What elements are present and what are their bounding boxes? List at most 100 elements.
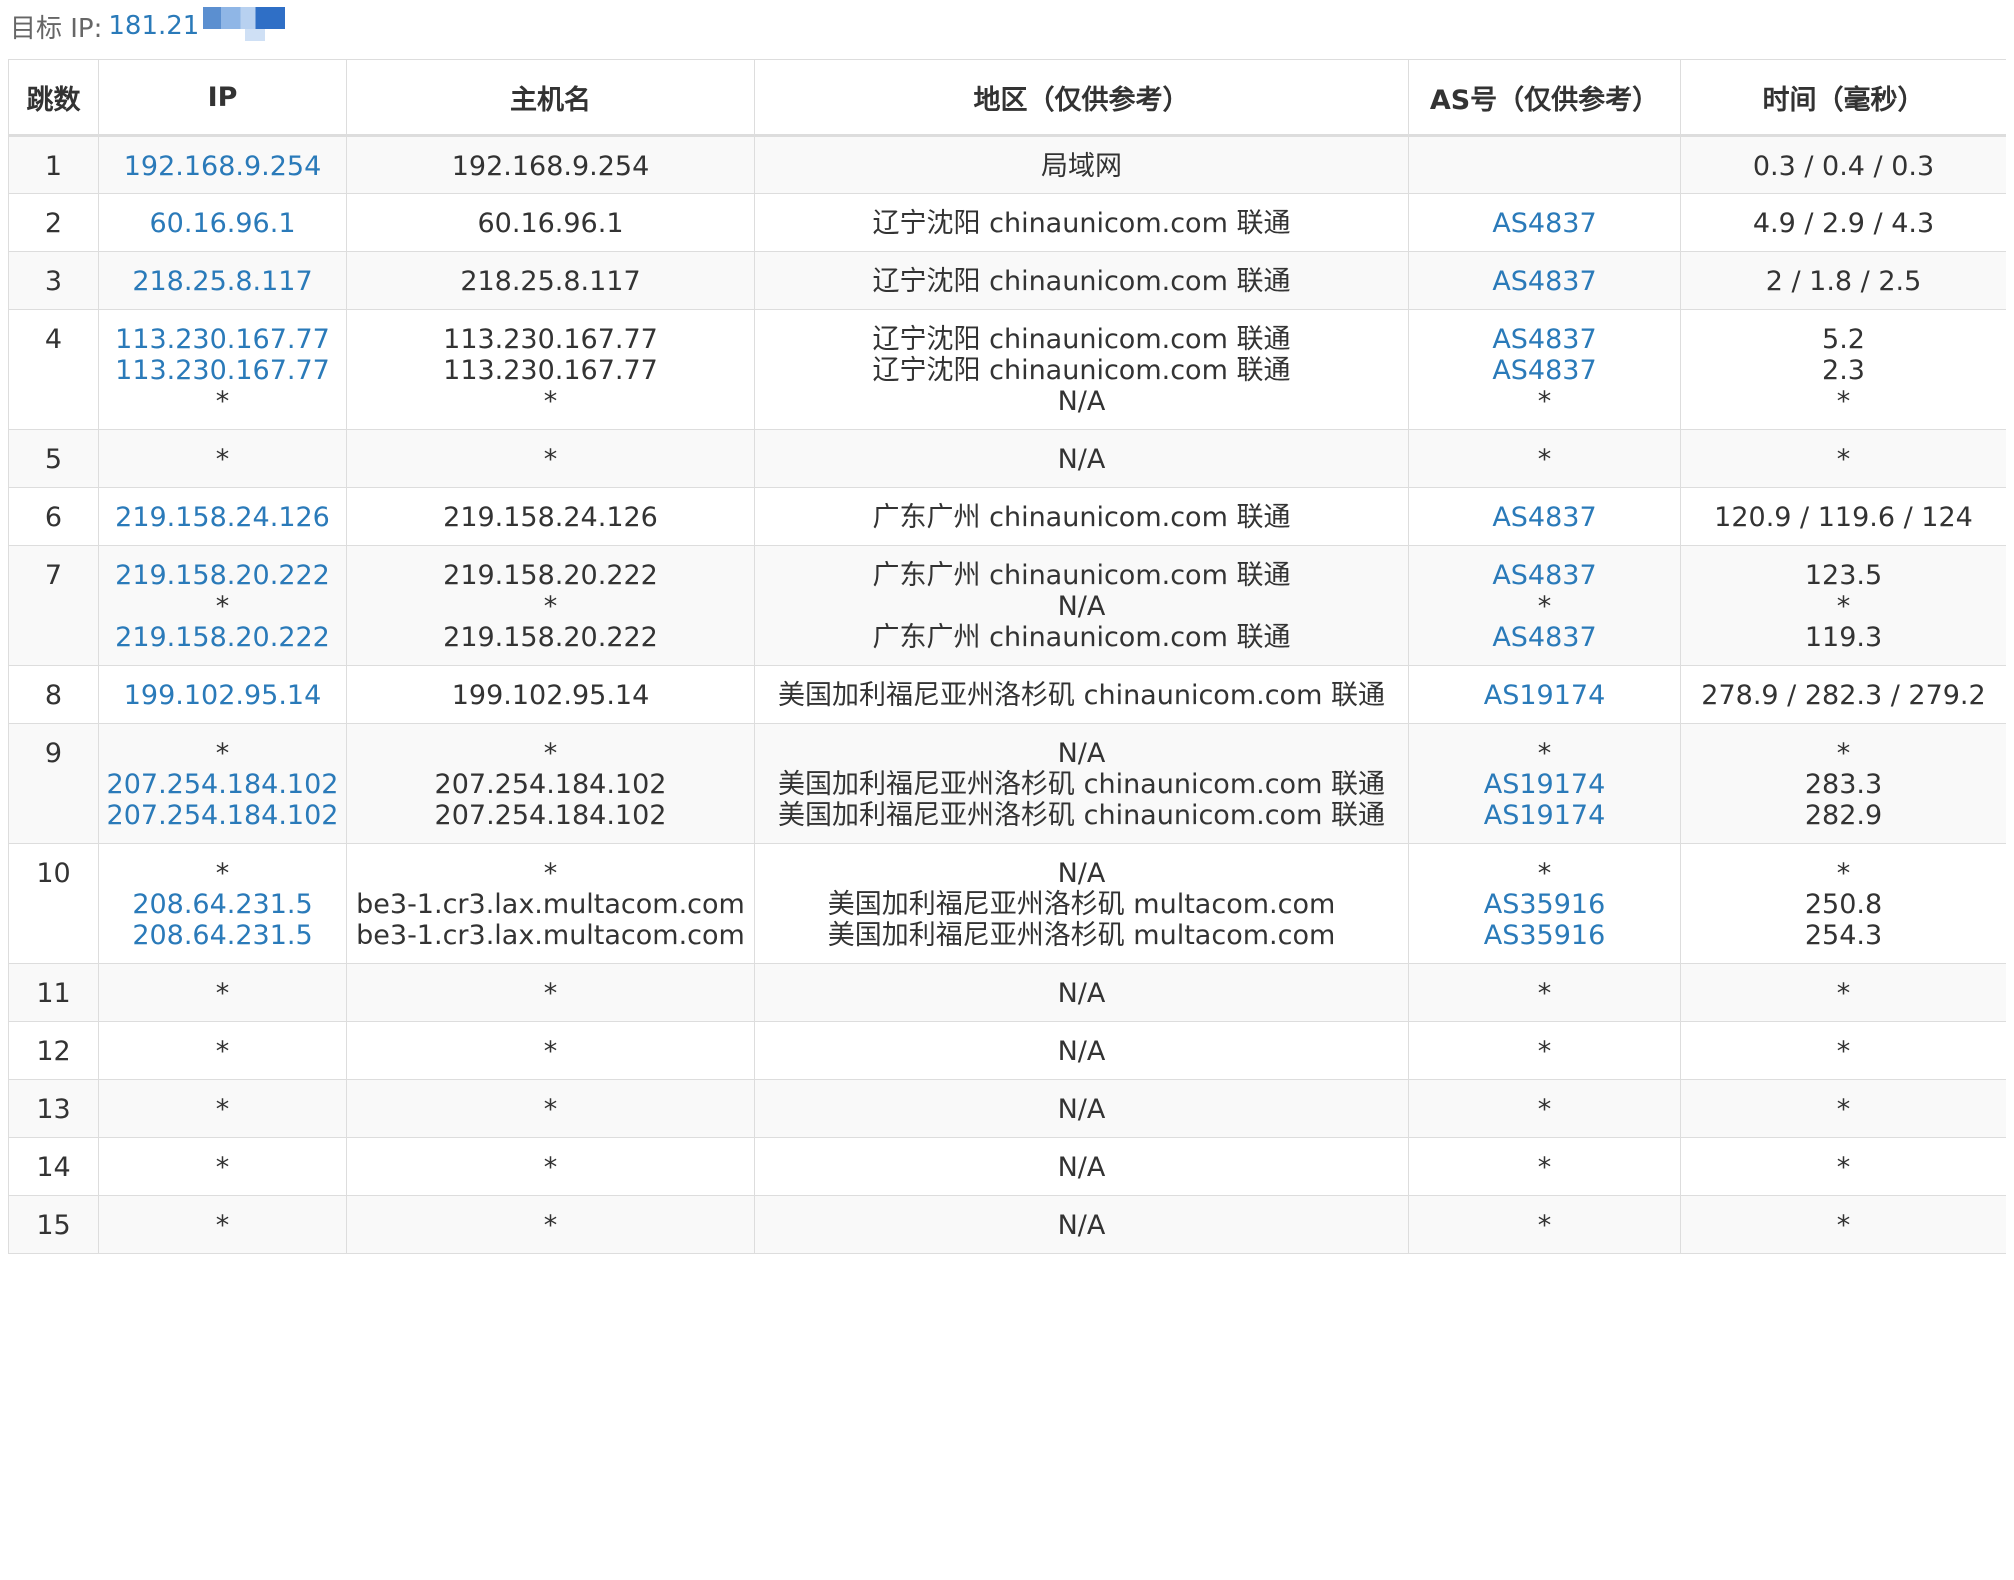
cell-ip: 219.158.20.222 * 219.158.20.222	[98, 545, 347, 666]
cell-time: 0.3 / 0.4 / 0.3	[1680, 135, 2006, 194]
cell-ip: 218.25.8.117	[98, 251, 347, 310]
ip-link[interactable]: 219.158.20.222	[105, 560, 340, 591]
placeholder-text: *	[215, 591, 230, 622]
cell-region: N/A 美国加利福尼亚州洛杉矶 chinaunicom.com 联通 美国加利福尼亚…	[754, 723, 1409, 844]
as-link[interactable]: AS4837	[1415, 622, 1674, 653]
ip-link[interactable]: 207.254.184.102	[105, 800, 340, 831]
cell-region: N/A 美国加利福尼亚州洛杉矶 multacom.com 美国加利福尼亚州洛杉矶 m…	[754, 843, 1409, 964]
as-link[interactable]: AS4837	[1415, 502, 1674, 533]
time-text: *	[1836, 444, 1851, 475]
ip-link[interactable]: 113.230.167.77	[105, 324, 340, 355]
cell-time: *	[1680, 1137, 2006, 1196]
region-text: N/A	[1057, 591, 1106, 622]
cell-time: 120.9 / 119.6 / 124	[1680, 487, 2006, 546]
cell-ip: 199.102.95.14	[98, 665, 347, 724]
cell-ip: * 207.254.184.102 207.254.184.102	[98, 723, 347, 844]
cell-as-number: *	[1408, 963, 1681, 1022]
time-text: *	[1836, 591, 1851, 622]
placeholder-text: *	[1537, 978, 1552, 1009]
as-link[interactable]: AS4837	[1415, 208, 1674, 239]
ip-link[interactable]: 219.158.24.126	[105, 502, 340, 533]
table-row: 13 * * N/A * *	[8, 1079, 2006, 1138]
hostname-text: 113.230.167.77	[443, 355, 658, 386]
as-link[interactable]: AS4837	[1415, 560, 1674, 591]
placeholder-text: *	[1537, 1152, 1552, 1183]
cell-region: N/A	[754, 1079, 1409, 1138]
ip-link[interactable]: 218.25.8.117	[105, 266, 340, 297]
hostname-text: 219.158.20.222	[443, 560, 658, 591]
as-link[interactable]: AS19174	[1415, 680, 1674, 711]
header-hop: 跳数	[8, 59, 99, 137]
cell-hop: 1	[8, 135, 99, 194]
cell-as-number: * AS19174 AS19174	[1408, 723, 1681, 844]
hostname-text: *	[543, 1036, 558, 1067]
region-text: 辽宁沈阳 chinaunicom.com 联通	[872, 208, 1291, 239]
cell-ip: *	[98, 1021, 347, 1080]
ip-link[interactable]: 208.64.231.5	[105, 920, 340, 951]
region-text: 局域网	[1041, 151, 1122, 182]
target-ip-link[interactable]: 181.21	[108, 11, 199, 41]
ip-link[interactable]: 192.168.9.254	[105, 151, 340, 182]
hostname-text: *	[543, 1094, 558, 1125]
placeholder-text: *	[1537, 444, 1552, 475]
as-link[interactable]: AS35916	[1415, 920, 1674, 951]
region-text: N/A	[1057, 1152, 1106, 1183]
placeholder-text: *	[215, 1210, 230, 1241]
as-link[interactable]: AS35916	[1415, 889, 1674, 920]
cell-region: N/A	[754, 429, 1409, 488]
cell-hop: 11	[8, 963, 99, 1022]
hostname-text: *	[543, 858, 558, 889]
hostname-text: 192.168.9.254	[451, 151, 650, 182]
table-header: 跳数 IP 主机名 地区（仅供参考） AS号（仅供参考） 时间（毫秒）	[8, 59, 2006, 137]
ip-link[interactable]: 207.254.184.102	[105, 769, 340, 800]
cell-hop: 6	[8, 487, 99, 546]
ip-link[interactable]: 199.102.95.14	[105, 680, 340, 711]
cell-hostname: * be3-1.cr3.lax.multacom.com be3-1.cr3.lax…	[346, 843, 755, 964]
table-row: 11 * * N/A * *	[8, 963, 2006, 1022]
placeholder-text: *	[1537, 1094, 1552, 1125]
hostname-text: *	[543, 1210, 558, 1241]
region-text: 美国加利福尼亚州洛杉矶 multacom.com	[827, 920, 1336, 951]
cell-time: * 283.3 282.9	[1680, 723, 2006, 844]
ip-link[interactable]: 113.230.167.77	[105, 355, 340, 386]
ip-link[interactable]: 219.158.20.222	[105, 622, 340, 653]
as-link[interactable]: AS4837	[1415, 324, 1674, 355]
time-text: 120.9 / 119.6 / 124	[1714, 502, 1973, 533]
time-text: 254.3	[1804, 920, 1883, 951]
cell-as-number: *	[1408, 1137, 1681, 1196]
time-text: 278.9 / 282.3 / 279.2	[1701, 680, 1986, 711]
hostname-text: *	[543, 386, 558, 417]
ip-link[interactable]: 208.64.231.5	[105, 889, 340, 920]
cell-region: 局域网	[754, 135, 1409, 194]
cell-time: *	[1680, 1195, 2006, 1254]
cell-hop: 14	[8, 1137, 99, 1196]
time-text: 5.2	[1822, 324, 1865, 355]
region-text: 美国加利福尼亚州洛杉矶 chinaunicom.com 联通	[778, 800, 1385, 831]
header-region: 地区（仅供参考）	[754, 59, 1409, 137]
time-text: 119.3	[1804, 622, 1883, 653]
ip-link[interactable]: 60.16.96.1	[105, 208, 340, 239]
hostname-text: 219.158.24.126	[443, 502, 658, 533]
cell-hop: 9	[8, 723, 99, 844]
cell-ip: 113.230.167.77 113.230.167.77 *	[98, 309, 347, 430]
region-text: 辽宁沈阳 chinaunicom.com 联通	[872, 324, 1291, 355]
cell-hop: 13	[8, 1079, 99, 1138]
as-link[interactable]: AS19174	[1415, 769, 1674, 800]
cell-as-number: *	[1408, 1079, 1681, 1138]
placeholder-text: *	[1537, 858, 1552, 889]
as-link[interactable]: AS4837	[1415, 355, 1674, 386]
as-link[interactable]: AS19174	[1415, 800, 1674, 831]
region-text: 广东广州 chinaunicom.com 联通	[872, 560, 1291, 591]
time-text: *	[1836, 858, 1851, 889]
cell-as-number: AS4837	[1408, 251, 1681, 310]
cell-as-number: AS19174	[1408, 665, 1681, 724]
as-link[interactable]: AS4837	[1415, 266, 1674, 297]
table-row: 7 219.158.20.222 * 219.158.20.222 219.158.20…	[8, 545, 2006, 666]
placeholder-text: *	[1537, 591, 1552, 622]
hostname-text: *	[543, 978, 558, 1009]
cell-hostname: 113.230.167.77 113.230.167.77 *	[346, 309, 755, 430]
region-text: N/A	[1057, 858, 1106, 889]
cell-hop: 2	[8, 193, 99, 252]
cell-region: 广东广州 chinaunicom.com 联通 N/A 广东广州 chinaunic…	[754, 545, 1409, 666]
hostname-text: 199.102.95.14	[451, 680, 650, 711]
